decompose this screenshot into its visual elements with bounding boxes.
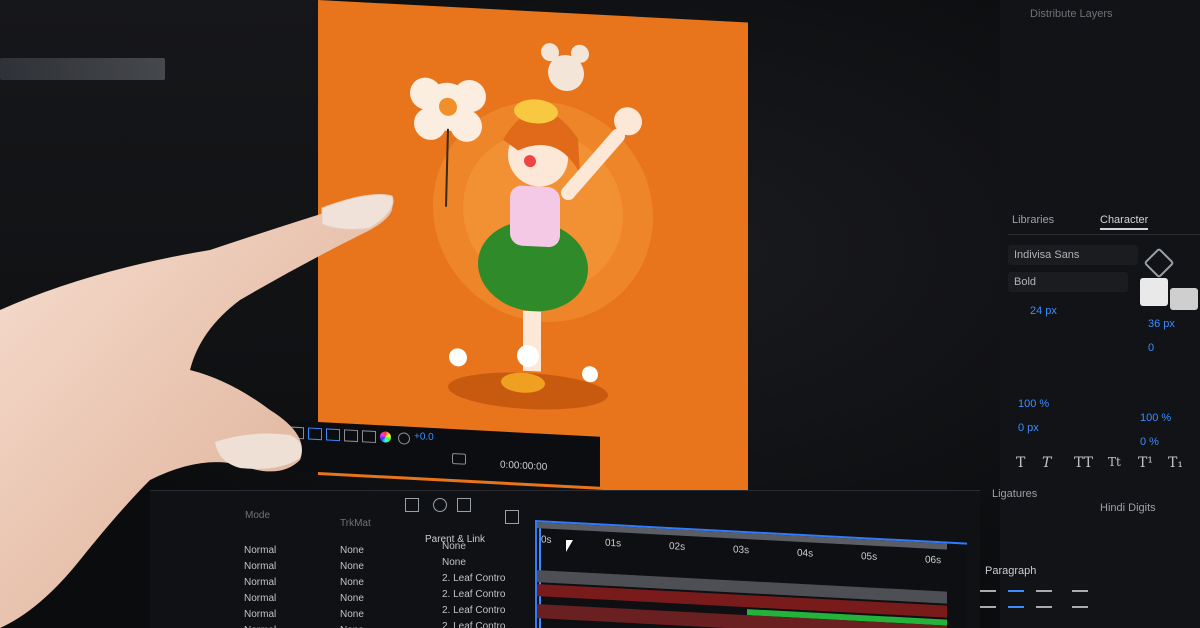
font-family-dropdown[interactable]: Indivisa Sans <box>1008 245 1138 265</box>
font-size-value[interactable]: 24 px <box>1030 305 1057 317</box>
vertical-scale-value[interactable]: 100 % <box>1018 398 1049 410</box>
align-center-icon[interactable] <box>1008 590 1024 608</box>
baseline-shift-value[interactable]: 0 px <box>1018 422 1039 434</box>
layer-parent[interactable]: 2. Leaf Contro <box>442 589 505 600</box>
tab-character[interactable]: Character <box>1100 214 1149 230</box>
graph-editor-icon[interactable] <box>505 510 519 524</box>
time-tick-label: 01s <box>605 537 622 550</box>
time-tick-label: 0s <box>541 534 552 546</box>
left-panel-highlight-bar <box>0 58 165 80</box>
tab-libraries[interactable]: Libraries <box>1012 214 1054 226</box>
small-caps-button[interactable]: Tt <box>1108 455 1121 469</box>
tracking-value[interactable]: 0 <box>1148 342 1154 354</box>
pointing-hand <box>0 194 394 628</box>
layer-parent[interactable]: 2. Leaf Contro <box>442 621 505 628</box>
tsume-value[interactable]: 0 % <box>1140 436 1159 448</box>
horizontal-scale-value[interactable]: 100 % <box>1140 412 1171 424</box>
layer-parent[interactable]: None <box>442 557 466 568</box>
motion-blur-icon[interactable] <box>433 498 447 512</box>
faux-italic-button[interactable]: T <box>1042 455 1051 471</box>
distribute-layers-title: Distribute Layers <box>1030 8 1113 20</box>
photo-scene: Distribute Layers Libraries Character In… <box>0 0 1200 628</box>
viewer-timecode[interactable]: 0:00:00:00 <box>500 460 547 473</box>
align-right-icon[interactable] <box>1036 590 1052 608</box>
frame-blend-icon[interactable] <box>457 498 471 512</box>
snapshot-icon[interactable] <box>452 453 466 465</box>
paragraph-align-buttons <box>980 590 1200 610</box>
hindi-digits-checkbox-label[interactable]: Hindi Digits <box>1100 502 1156 514</box>
layer-parent[interactable]: 2. Leaf Contro <box>442 573 505 584</box>
align-left-icon[interactable] <box>980 590 996 608</box>
time-tick-label: 02s <box>669 541 686 553</box>
timeline-toolbar-icons <box>405 498 525 524</box>
text-style-buttons: T T TT Tt T¹ T₁ <box>1012 455 1197 477</box>
layer-parent[interactable]: None <box>442 541 466 552</box>
paragraph-panel-title: Paragraph <box>985 565 1037 577</box>
all-caps-button[interactable]: TT <box>1074 455 1093 471</box>
superscript-button[interactable]: T¹ <box>1138 455 1153 471</box>
mouse-cursor-icon <box>566 540 573 552</box>
justify-icon[interactable] <box>1072 590 1088 608</box>
font-family-value: Indivisa Sans <box>1014 249 1080 261</box>
color-swatch-stroke[interactable] <box>1170 288 1198 310</box>
ligatures-checkbox-label[interactable]: Ligatures <box>992 488 1037 500</box>
layer-parent[interactable]: 2. Leaf Contro <box>442 605 505 616</box>
time-tick-label: 05s <box>861 551 878 563</box>
subscript-button[interactable]: T₁ <box>1168 455 1183 471</box>
color-swatch-fill[interactable] <box>1140 278 1168 306</box>
time-tick-label: 04s <box>797 547 814 560</box>
character-tabs: Libraries Character <box>1008 210 1200 235</box>
font-style-dropdown[interactable]: Bold <box>1008 272 1128 292</box>
time-tick-label: 03s <box>733 544 750 557</box>
faux-bold-button[interactable]: T <box>1016 455 1025 471</box>
time-tick-label: 06s <box>925 554 942 567</box>
leading-value[interactable]: 36 px <box>1148 318 1175 330</box>
font-style-value: Bold <box>1014 276 1037 288</box>
